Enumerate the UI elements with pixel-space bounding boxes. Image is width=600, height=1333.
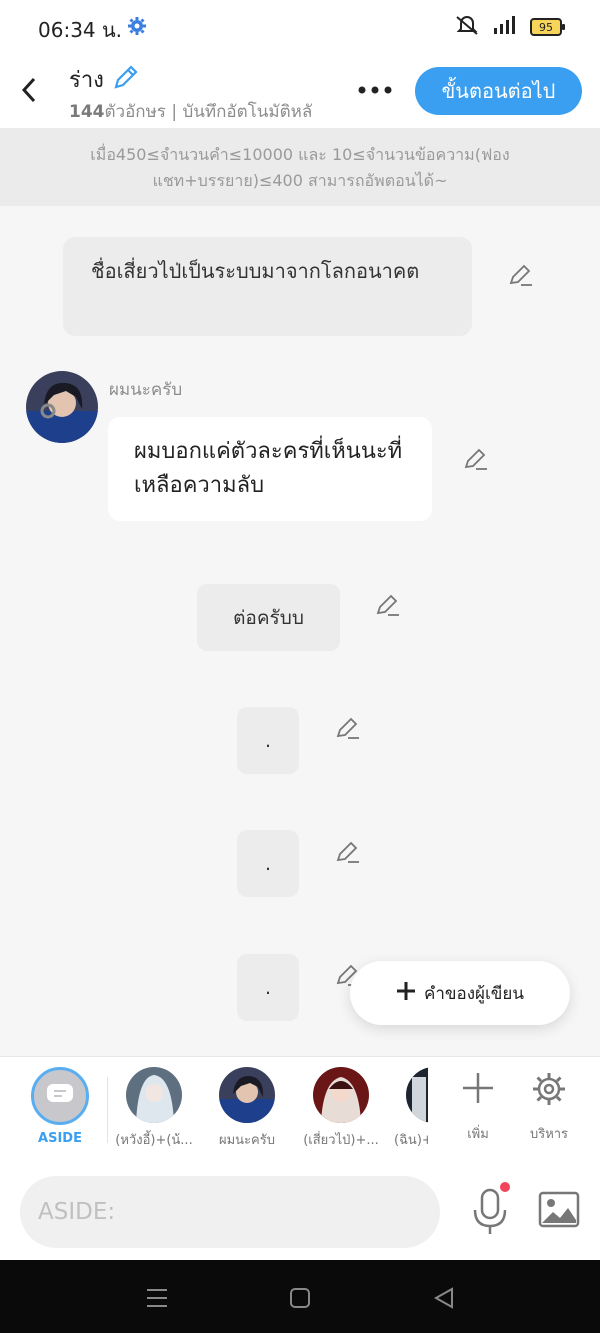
status-bar: 06:34 น. 95 <box>0 0 600 52</box>
gear-icon <box>531 1073 567 1111</box>
image-icon[interactable] <box>538 1190 580 1230</box>
manage-label: บริหาร <box>529 1127 569 1142</box>
add-label: เพิ่ม <box>467 1127 489 1142</box>
edit-icon[interactable] <box>333 837 363 867</box>
bell-muted-icon <box>454 14 480 40</box>
narration-bubble[interactable]: ชื่อเสี่ยวไป่เป็นระบบมาจากโลกอนาคต <box>63 237 472 336</box>
character-avatar <box>406 1067 428 1123</box>
edit-icon[interactable] <box>333 713 363 743</box>
page-title[interactable]: ร่าง <box>69 62 140 97</box>
author-note-button[interactable]: คำของผู้เขียน <box>350 961 570 1025</box>
character-xiao-bai[interactable]: (เสี่ยวไป่)+... <box>298 1067 384 1150</box>
back-triangle-icon[interactable] <box>430 1284 458 1312</box>
edit-icon[interactable] <box>373 590 403 620</box>
add-character-button[interactable]: เพิ่ม <box>452 1071 504 1144</box>
more-options-icon[interactable] <box>355 76 395 104</box>
back-button[interactable] <box>14 72 44 108</box>
divider <box>107 1077 108 1143</box>
character-wang-yi[interactable]: (หวังอี้)+(น้... <box>112 1067 196 1150</box>
narration-bubble[interactable]: . <box>237 954 299 1021</box>
narration-bubble[interactable]: . <box>237 830 299 897</box>
narration-bubble[interactable]: ต่อครับบ <box>197 584 340 651</box>
manage-button[interactable]: บริหาร <box>522 1071 576 1144</box>
character-label: ผมนะครับ <box>219 1133 275 1148</box>
signal-icon <box>492 15 518 39</box>
narration-bubble[interactable]: . <box>237 707 299 774</box>
subtitle-text: ตัวอักษร | บันทึกอัตโนมัติหลั <box>104 102 313 122</box>
microphone-icon[interactable] <box>470 1186 510 1236</box>
character-label: (ฉิน)+ <box>394 1133 428 1148</box>
status-time: 06:34 น. <box>38 18 123 42</box>
publish-requirement-notice: เมื่อ450≤จำนวนคำ≤10000 และ 10≤จำนวนข้อคว… <box>0 128 600 206</box>
subtitle: 144ตัวอักษร | บันทึกอัตโนมัติหลั <box>69 98 337 125</box>
plus-icon <box>461 1073 495 1109</box>
edit-icon[interactable] <box>461 444 491 474</box>
character-label: (เสี่ยวไป่)+... <box>303 1133 379 1148</box>
character-aside[interactable]: ASIDE <box>24 1067 96 1146</box>
battery-icon: 95 <box>530 18 565 36</box>
settings-gear-icon <box>127 16 147 40</box>
edit-icon[interactable] <box>506 260 536 290</box>
author-note-label: คำของผู้เขียน <box>423 983 525 1004</box>
character-qin[interactable]: (ฉิน)+ <box>394 1067 428 1150</box>
message-input[interactable] <box>20 1176 440 1248</box>
title-text: ร่าง <box>69 68 104 93</box>
header: ร่าง 144ตัวอักษร | บันทึกอัตโนมัติหลั ขั… <box>0 52 600 128</box>
character-selector-bar: ASIDE (หวังอี้)+(น้... ผมนะครับ (เสี่ยวไ… <box>0 1056 600 1164</box>
character-avatar <box>219 1067 275 1123</box>
character-label: ASIDE <box>38 1131 82 1146</box>
character-avatar[interactable] <box>26 371 98 443</box>
character-label: (หวังอี้)+(น้... <box>115 1133 193 1148</box>
status-icons: 95 <box>454 14 565 40</box>
input-bar <box>0 1164 600 1260</box>
menu-icon[interactable] <box>143 1284 171 1312</box>
edit-title-icon[interactable] <box>112 63 140 97</box>
character-bubble[interactable]: ผมบอกแค่ตัวละครที่เห็นนะที่เหลือความลับ <box>108 417 432 521</box>
word-count: 144 <box>69 102 105 122</box>
chat-bubble-icon <box>46 1083 74 1109</box>
notification-dot <box>500 1182 510 1192</box>
home-icon[interactable] <box>286 1284 314 1312</box>
character-avatar <box>313 1067 369 1123</box>
plus-icon <box>396 981 416 1006</box>
system-navigation-bar <box>0 1260 600 1333</box>
next-step-button[interactable]: ขั้นตอนต่อไป <box>415 67 582 115</box>
character-avatar <box>126 1067 182 1123</box>
character-me[interactable]: ผมนะครับ <box>208 1067 286 1150</box>
character-name: ผมนะครับ <box>109 380 183 400</box>
aside-avatar <box>31 1067 89 1125</box>
